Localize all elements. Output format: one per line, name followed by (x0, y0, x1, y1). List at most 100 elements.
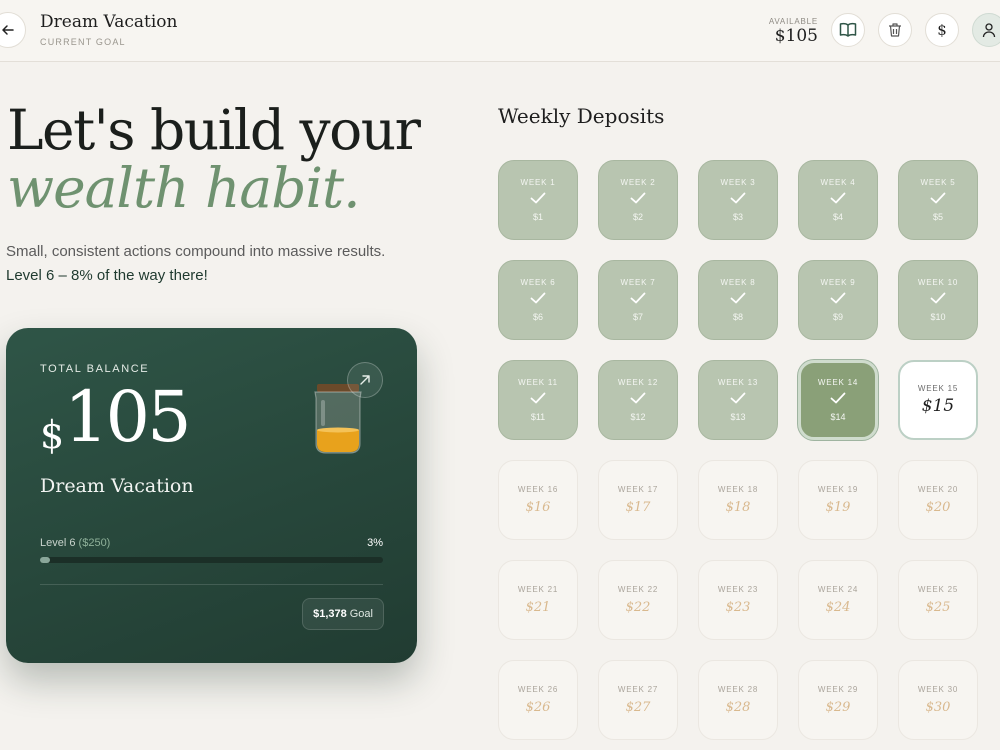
week-tile[interactable]: WEEK 14 $14 (798, 360, 878, 440)
week-check (630, 391, 646, 409)
available-value: $105 (774, 26, 818, 46)
week-tile[interactable]: WEEK 16 $16 (498, 460, 578, 540)
dollar-icon: $ (937, 21, 947, 39)
week-check (530, 391, 546, 409)
week-check (530, 291, 546, 309)
week-tile[interactable]: WEEK 22 $22 (598, 560, 678, 640)
week-tile[interactable]: WEEK 11 $11 (498, 360, 578, 440)
week-label: WEEK 10 (917, 278, 959, 287)
profile-button[interactable] (972, 13, 1000, 47)
week-amount: $17 (625, 500, 651, 515)
user-icon (982, 23, 996, 38)
goal-subtitle: CURRENT GOAL (40, 37, 126, 47)
week-label: WEEK 6 (520, 278, 556, 287)
week-amount: $14 (830, 412, 846, 422)
arrow-up-right-icon (360, 375, 370, 385)
week-tile[interactable]: WEEK 6 $6 (498, 260, 578, 340)
check-icon (730, 192, 746, 204)
week-label: WEEK 30 (917, 685, 959, 694)
week-check (930, 191, 946, 209)
week-amount: $15 (921, 396, 955, 416)
week-tile[interactable]: WEEK 13 $13 (698, 360, 778, 440)
week-tile[interactable]: WEEK 18 $18 (698, 460, 778, 540)
week-amount: $9 (832, 312, 843, 322)
week-label: WEEK 27 (617, 685, 659, 694)
top-bar: Dream Vacation CURRENT GOAL AVAILABLE $1… (0, 0, 1000, 62)
week-tile[interactable]: WEEK 17 $17 (598, 460, 678, 540)
week-tile[interactable]: WEEK 23 $23 (698, 560, 778, 640)
level-target: ($250) (78, 537, 111, 549)
week-amount: $5 (932, 212, 943, 222)
week-amount: $29 (825, 700, 851, 715)
week-amount: $2 (632, 212, 643, 222)
week-amount: $16 (525, 500, 551, 515)
week-amount: $4 (832, 212, 843, 222)
week-amount: $13 (730, 412, 746, 422)
level-label: Level 6 ($250) (40, 537, 110, 549)
week-tile[interactable]: WEEK 20 $20 (898, 460, 978, 540)
week-tile[interactable]: WEEK 19 $19 (798, 460, 878, 540)
week-tile[interactable]: WEEK 21 $21 (498, 560, 578, 640)
week-check (630, 191, 646, 209)
week-amount: $28 (725, 700, 751, 715)
book-icon (839, 22, 857, 37)
week-tile[interactable]: WEEK 3 $3 (698, 160, 778, 240)
week-check (830, 291, 846, 309)
week-amount: $30 (925, 700, 951, 715)
week-label: WEEK 14 (817, 378, 859, 387)
week-amount: $8 (732, 312, 743, 322)
balance-card: TOTAL BALANCE $ 105 Dream Vacation Level… (6, 328, 417, 663)
delete-button[interactable] (878, 13, 912, 47)
week-label: WEEK 29 (817, 685, 859, 694)
week-label: WEEK 26 (517, 685, 559, 694)
week-label: WEEK 19 (817, 485, 859, 494)
week-tile[interactable]: WEEK 27 $27 (598, 660, 678, 740)
level-name: Level 6 (40, 537, 76, 549)
week-tile[interactable]: WEEK 26 $26 (498, 660, 578, 740)
week-label: WEEK 2 (620, 178, 656, 187)
week-tile[interactable]: WEEK 2 $2 (598, 160, 678, 240)
week-amount: $25 (925, 600, 951, 615)
level-progress-fill (40, 557, 51, 563)
week-tile[interactable]: WEEK 1 $1 (498, 160, 578, 240)
week-tile[interactable]: WEEK 29 $29 (798, 660, 878, 740)
week-tile[interactable]: WEEK 15 $15 (898, 360, 978, 440)
weekly-deposits-title: Weekly Deposits (498, 104, 665, 128)
week-tile[interactable]: WEEK 9 $9 (798, 260, 878, 340)
balance-currency: $ (40, 413, 65, 457)
week-tile[interactable]: WEEK 7 $7 (598, 260, 678, 340)
week-label: WEEK 22 (617, 585, 659, 594)
week-tile[interactable]: WEEK 12 $12 (598, 360, 678, 440)
week-label: WEEK 15 (917, 384, 959, 393)
check-icon (830, 192, 846, 204)
week-tile[interactable]: WEEK 28 $28 (698, 660, 778, 740)
level-progress-text: Level 6 – 8% of the way there! (6, 267, 208, 284)
week-check (530, 191, 546, 209)
week-tile[interactable]: WEEK 4 $4 (798, 160, 878, 240)
level-percent: 3% (367, 537, 383, 549)
week-tile[interactable]: WEEK 5 $5 (898, 160, 978, 240)
back-button[interactable] (0, 12, 26, 48)
week-label: WEEK 11 (518, 378, 558, 387)
week-label: WEEK 24 (817, 585, 859, 594)
level-progress-bar (40, 557, 383, 563)
deposit-button[interactable]: $ (925, 13, 959, 47)
week-tile[interactable]: WEEK 30 $30 (898, 660, 978, 740)
week-tile[interactable]: WEEK 8 $8 (698, 260, 778, 340)
card-divider (40, 584, 383, 585)
week-label: WEEK 25 (917, 585, 959, 594)
week-tile[interactable]: WEEK 25 $25 (898, 560, 978, 640)
open-goal-button[interactable] (347, 362, 383, 398)
week-tile[interactable]: WEEK 10 $10 (898, 260, 978, 340)
back-arrow-icon (2, 25, 14, 35)
hero-heading: Let's build your (7, 98, 421, 162)
check-icon (730, 392, 746, 404)
available-label: AVAILABLE (768, 17, 818, 26)
week-tile[interactable]: WEEK 24 $24 (798, 560, 878, 640)
week-amount: $7 (632, 312, 643, 322)
week-label: WEEK 17 (617, 485, 659, 494)
week-amount: $18 (725, 500, 751, 515)
week-amount: $6 (532, 312, 543, 322)
week-label: WEEK 16 (517, 485, 559, 494)
guide-button[interactable] (831, 13, 865, 47)
